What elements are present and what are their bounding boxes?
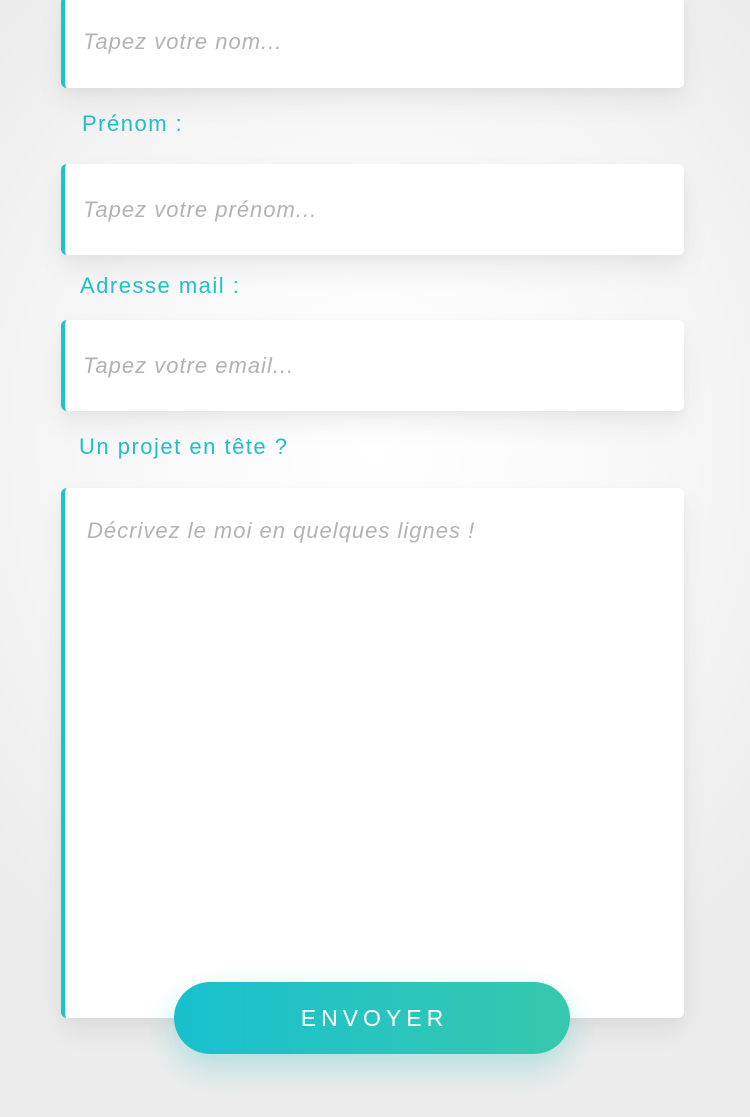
nom-field[interactable] <box>61 0 684 88</box>
email-input[interactable] <box>65 320 684 411</box>
nom-input[interactable] <box>65 0 684 88</box>
projet-field[interactable] <box>61 488 684 1018</box>
projet-label: Un projet en tête ? <box>79 434 289 459</box>
prenom-input[interactable] <box>65 164 684 255</box>
email-label: Adresse mail : <box>80 273 241 298</box>
email-field[interactable] <box>61 320 684 411</box>
prenom-label: Prénom : <box>82 111 184 136</box>
projet-textarea[interactable] <box>65 488 684 1018</box>
envoyer-button[interactable]: ENVOYER <box>174 982 570 1054</box>
prenom-field[interactable] <box>61 164 684 255</box>
